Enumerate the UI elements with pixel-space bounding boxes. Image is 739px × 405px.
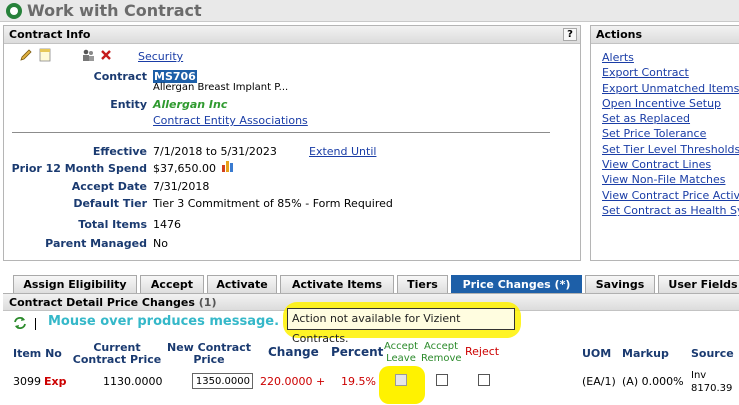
action-set-tier-level-thresholds[interactable]: Set Tier Level Thresholds [602,142,739,157]
actions-header: Actions [591,26,739,44]
row-item-no: 3099 [13,375,41,388]
tab-tiers[interactable]: Tiers [397,275,448,293]
prior-spend-value: $37,650.00 [153,162,216,175]
row-change: 220.0000 [260,375,313,388]
prior-spend-label: Prior 12 Month Spend [11,162,147,175]
row-percent: 19.5% [341,375,376,388]
tab-user-fields[interactable]: User Fields [658,275,739,293]
accept-remove-checkbox[interactable] [436,374,448,386]
contract-info-panel: Contract Info ? Security Contract MS706 … [3,25,581,261]
pencil-icon[interactable] [19,48,33,62]
actions-list: Alerts Export Contract Export Unmatched … [602,50,739,218]
tab-activate-items[interactable]: Activate Items [280,275,394,293]
divider [12,132,550,133]
tab-assign-eligibility[interactable]: Assign Eligibility [13,275,137,293]
action-view-non-file-matches[interactable]: View Non-File Matches [602,172,739,187]
delete-icon[interactable] [99,48,113,62]
actions-title: Actions [596,28,642,41]
col-accept-leave: Accept Leave [383,341,419,364]
reject-checkbox[interactable] [478,374,490,386]
tab-price-changes[interactable]: Price Changes (*) [451,275,582,293]
contract-info-header: Contract Info ? [4,26,580,44]
col-percent: Percent [331,345,384,359]
tooltip: Action not available for Vizient Contrac… [287,308,515,345]
action-export-contract[interactable]: Export Contract [602,65,739,80]
action-alerts[interactable]: Alerts [602,50,739,65]
action-set-price-tolerance[interactable]: Set Price Tolerance [602,126,739,141]
action-view-contract-price-activity[interactable]: View Contract Price Activ [602,188,739,203]
col-markup: Markup [622,347,669,360]
row-change-sign: + [316,375,326,388]
entity-label: Entity [110,98,147,111]
accept-date-label: Accept Date [71,180,147,193]
row-source: Inv 8170.39 [691,370,733,394]
effective-label: Effective [92,145,147,158]
action-open-incentive-setup[interactable]: Open Incentive Setup [602,96,739,111]
action-set-contract-as-health-system[interactable]: Set Contract as Health Sy [602,203,739,218]
col-change: Change [268,345,319,359]
total-items-label: Total Items [78,218,147,231]
tab-accept[interactable]: Accept [140,275,204,293]
col-reject: Reject [465,345,500,358]
parent-managed-value: No [153,237,168,250]
action-export-unmatched-items[interactable]: Export Unmatched Items [602,81,739,96]
tab-savings[interactable]: Savings [585,275,655,293]
actions-panel: Actions Alerts Export Contract Export Un… [590,25,739,261]
mouse-over-hint: Mouse over produces message. [48,314,280,329]
col-new-price: New Contract Price [166,341,251,366]
page-title: Work with Contract [27,1,202,20]
accept-leave-checkbox[interactable] [395,374,407,386]
default-tier-value: Tier 3 Commitment of 85% - Form Required [153,197,393,210]
chart-icon[interactable] [221,159,235,173]
cursor-marker [35,318,36,330]
detail-title: Contract Detail Price Changes [9,296,195,309]
row-markup: (A) 0.000% [622,375,684,388]
tab-activate[interactable]: Activate [207,275,277,293]
notes-icon[interactable] [38,48,52,62]
row-exp-flag: Exp [44,375,67,388]
parent-managed-label: Parent Managed [45,237,147,250]
contract-info-help-button[interactable]: ? [563,28,577,41]
row-uom: (EA/1) [582,375,616,388]
contract-label: Contract [93,70,147,83]
total-items-value: 1476 [153,218,181,231]
col-current-price: Current Contract Price [72,341,162,366]
detail-count: (1) [198,296,217,309]
people-icon[interactable] [81,48,95,62]
col-item-no: Item No [13,347,62,360]
col-accept-remove: Accept Remove [421,341,462,364]
action-set-as-replaced[interactable]: Set as Replaced [602,111,739,126]
contract-entity-associations-link[interactable]: Contract Entity Associations [153,114,308,127]
col-uom: UOM [582,347,612,360]
contract-name: Allergan Breast Implant P... [153,82,289,93]
col-source: Source [691,347,734,360]
app-logo-icon [6,3,22,19]
title-bar: Work with Contract [0,0,739,22]
extend-until-link[interactable]: Extend Until [309,145,376,158]
row-new-price-input[interactable] [192,373,253,389]
row-current-price: 1130.0000 [103,375,163,388]
accept-date-value: 7/31/2018 [153,180,210,193]
default-tier-label: Default Tier [73,197,147,210]
security-link[interactable]: Security [138,50,183,63]
refresh-icon[interactable] [13,316,27,330]
effective-value: 7/1/2018 to 5/31/2023 [153,145,277,158]
contract-info-title: Contract Info [9,28,91,41]
action-view-contract-lines[interactable]: View Contract Lines [602,157,739,172]
entity-name: Allergan Inc [153,98,228,111]
